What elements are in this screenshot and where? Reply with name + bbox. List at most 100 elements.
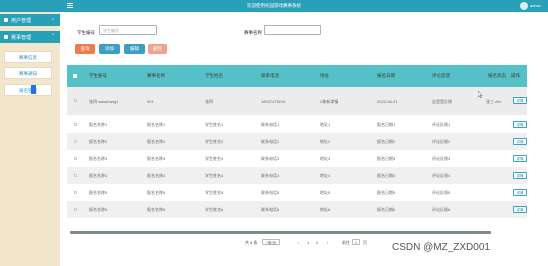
cell-date: 2022-08-21 bbox=[377, 99, 398, 104]
edit-button[interactable]: 编辑 bbox=[124, 44, 145, 54]
next-page-button[interactable]: › bbox=[327, 240, 328, 245]
cell-competition: 001 bbox=[147, 99, 154, 104]
sidebar-item-label: 赛事管理 bbox=[11, 35, 32, 41]
system-title: 欢迎使用校园游戏赛事系统 bbox=[247, 3, 301, 8]
cell-phone: 18037478215 bbox=[261, 99, 286, 104]
page-number[interactable]: 1 bbox=[307, 240, 309, 245]
avatar[interactable] bbox=[520, 2, 528, 10]
table-row[interactable]: 报名名称3 报名名称3 学生姓名3 联系电话3 地址3 报名日期3 评论反馈3 … bbox=[67, 150, 527, 167]
cell-name: 学生姓名1 bbox=[205, 122, 224, 127]
search-button[interactable]: 查询 bbox=[75, 44, 95, 54]
cell-account: 报名名称2 bbox=[89, 139, 108, 144]
cell-phone: 联系电话6 bbox=[261, 207, 280, 212]
goto-label: 前往 bbox=[342, 240, 350, 245]
cell-competition: 报名名称3 bbox=[147, 156, 166, 161]
cell-feedback: 评论反馈3 bbox=[432, 156, 451, 161]
cell-address: 地址4 bbox=[320, 173, 331, 178]
cell-account: 报名名称3 bbox=[89, 156, 108, 161]
table-row[interactable]: 报名名称2 报名名称2 学生姓名2 联系电话2 地址2 报名日期2 评论反馈2 … bbox=[67, 133, 527, 150]
prev-page-button[interactable]: ‹ bbox=[298, 240, 299, 245]
sidebar-subitem-game-info[interactable]: 赛事信息 bbox=[4, 51, 52, 63]
row-checkbox[interactable] bbox=[74, 208, 77, 211]
row-checkbox[interactable] bbox=[74, 157, 77, 160]
cell-date: 报名日期6 bbox=[377, 207, 396, 212]
cell-feedback: 评论反馈1 bbox=[432, 122, 451, 127]
column-header[interactable]: 地址 bbox=[320, 65, 329, 87]
student-no-input[interactable]: 学生编号 bbox=[99, 25, 157, 35]
page-size-select[interactable]: 7条/页 bbox=[262, 239, 280, 245]
cell-date: 报名日期3 bbox=[377, 156, 396, 161]
cell-feedback: 这里是反馈 bbox=[432, 99, 452, 104]
cell-name: 学生姓名6 bbox=[205, 207, 224, 212]
detail-button[interactable]: 详情 bbox=[513, 206, 527, 213]
sidebar-subitem-registration[interactable]: 报名管理 bbox=[4, 84, 52, 96]
row-checkbox[interactable] bbox=[74, 174, 77, 177]
sidebar-subitem-game-notice[interactable]: 赛事通知 bbox=[4, 67, 52, 79]
username[interactable]: admin bbox=[530, 3, 541, 8]
cell-name: 张四 bbox=[205, 99, 213, 104]
detail-button[interactable]: 详情 bbox=[513, 97, 527, 104]
cell-address: 地址3 bbox=[320, 156, 331, 161]
sidebar-item-game-management[interactable]: 赛事管理 ⌃ bbox=[0, 31, 60, 43]
page-number-active[interactable]: 2 bbox=[316, 240, 318, 245]
select-all-checkbox[interactable] bbox=[73, 74, 77, 78]
delete-button[interactable]: 删除 bbox=[148, 44, 167, 54]
page-suffix: 页 bbox=[363, 240, 367, 245]
cell-feedback: 评论反馈5 bbox=[432, 190, 451, 195]
text-cursor-highlight bbox=[31, 85, 36, 94]
row-checkbox[interactable] bbox=[74, 99, 77, 102]
cell-account: 报名名称5 bbox=[89, 190, 108, 195]
top-bar: 欢迎使用校园游戏赛事系统 admin bbox=[0, 0, 548, 12]
cell-competition: 报名名称6 bbox=[147, 207, 166, 212]
column-header[interactable]: 评论反馈 bbox=[432, 65, 450, 87]
mouse-pointer-icon bbox=[478, 91, 483, 98]
cell-name: 学生姓名5 bbox=[205, 190, 224, 195]
cell-date: 报名日期1 bbox=[377, 122, 396, 127]
cell-competition: 报名名称4 bbox=[147, 173, 166, 178]
column-header[interactable]: 学生姓名 bbox=[205, 65, 223, 87]
goto-page-input[interactable]: 1 bbox=[352, 239, 360, 245]
detail-button[interactable]: 详情 bbox=[513, 121, 527, 128]
cell-name: 学生姓名3 bbox=[205, 156, 224, 161]
cell-account: 报名名称1 bbox=[89, 122, 108, 127]
cell-competition: 报名名称2 bbox=[147, 139, 166, 144]
cell-feedback: 评论反馈2 bbox=[432, 139, 451, 144]
detail-button[interactable]: 详情 bbox=[513, 155, 527, 162]
column-header: 操作 bbox=[511, 73, 520, 78]
competition-name-input[interactable] bbox=[264, 25, 321, 35]
cell-account: 张四 wasshang1 bbox=[89, 99, 119, 104]
row-checkbox[interactable] bbox=[74, 123, 77, 126]
column-header[interactable]: 学生账号 bbox=[89, 65, 107, 87]
cell-phone: 联系电话3 bbox=[261, 156, 280, 161]
chevron-down-icon: ⌄ bbox=[51, 16, 56, 22]
table-row[interactable]: 报名名称5 报名名称5 学生姓名5 联系电话5 地址5 报名日期5 评论反馈5 … bbox=[67, 184, 527, 201]
column-header[interactable]: 赛事名称 bbox=[147, 65, 165, 87]
watermark: CSDN @MZ_ZXD001 bbox=[392, 242, 490, 253]
cell-account: 报名名称4 bbox=[89, 173, 108, 178]
detail-button[interactable]: 详情 bbox=[513, 172, 527, 179]
cell-date: 报名日期5 bbox=[377, 190, 396, 195]
table-row[interactable]: 报名名称4 报名名称4 学生姓名4 联系电话4 地址4 报名日期4 评论反馈4 … bbox=[67, 167, 527, 184]
cell-address: 地址1 bbox=[320, 122, 331, 127]
cell-feedback: 评论反馈4 bbox=[432, 173, 451, 178]
trophy-icon bbox=[4, 35, 8, 39]
row-checkbox[interactable] bbox=[74, 140, 77, 143]
registration-table: 学生账号 赛事名称 学生姓名 联系电话 地址 报名日期 评论反馈 报名状态 操作… bbox=[67, 65, 527, 231]
row-checkbox[interactable] bbox=[74, 191, 77, 194]
cell-date: 报名日期4 bbox=[377, 173, 396, 178]
column-header[interactable]: 报名状态 bbox=[488, 65, 506, 87]
table-row[interactable]: 报名名称1 报名名称1 学生姓名1 联系电话1 地址1 报名日期1 评论反馈1 … bbox=[67, 116, 527, 133]
sidebar: 首页 用户管理 ⌄ 赛事管理 ⌃ 赛事信息 赛事通知 报名管理 bbox=[0, 0, 60, 266]
column-header[interactable]: 联系电话 bbox=[261, 65, 279, 87]
cell-address: 地址6 bbox=[320, 207, 331, 212]
cell-address: 地址2 bbox=[320, 139, 331, 144]
horizontal-scrollbar[interactable] bbox=[70, 231, 491, 234]
detail-button[interactable]: 详情 bbox=[513, 138, 527, 145]
cell-address: 地址5 bbox=[320, 190, 331, 195]
table-row[interactable]: 张四 wasshang1 001 张四 18037478215 2栋新津镇 20… bbox=[67, 87, 527, 115]
table-row[interactable]: 报名名称6 报名名称6 学生姓名6 联系电话6 地址6 报名日期6 评论反馈6 … bbox=[67, 201, 527, 218]
detail-button[interactable]: 详情 bbox=[513, 189, 527, 196]
sidebar-item-user-management[interactable]: 用户管理 ⌄ bbox=[0, 14, 60, 26]
add-button[interactable]: 添加 bbox=[99, 44, 120, 54]
column-header[interactable]: 报名日期 bbox=[377, 65, 395, 87]
